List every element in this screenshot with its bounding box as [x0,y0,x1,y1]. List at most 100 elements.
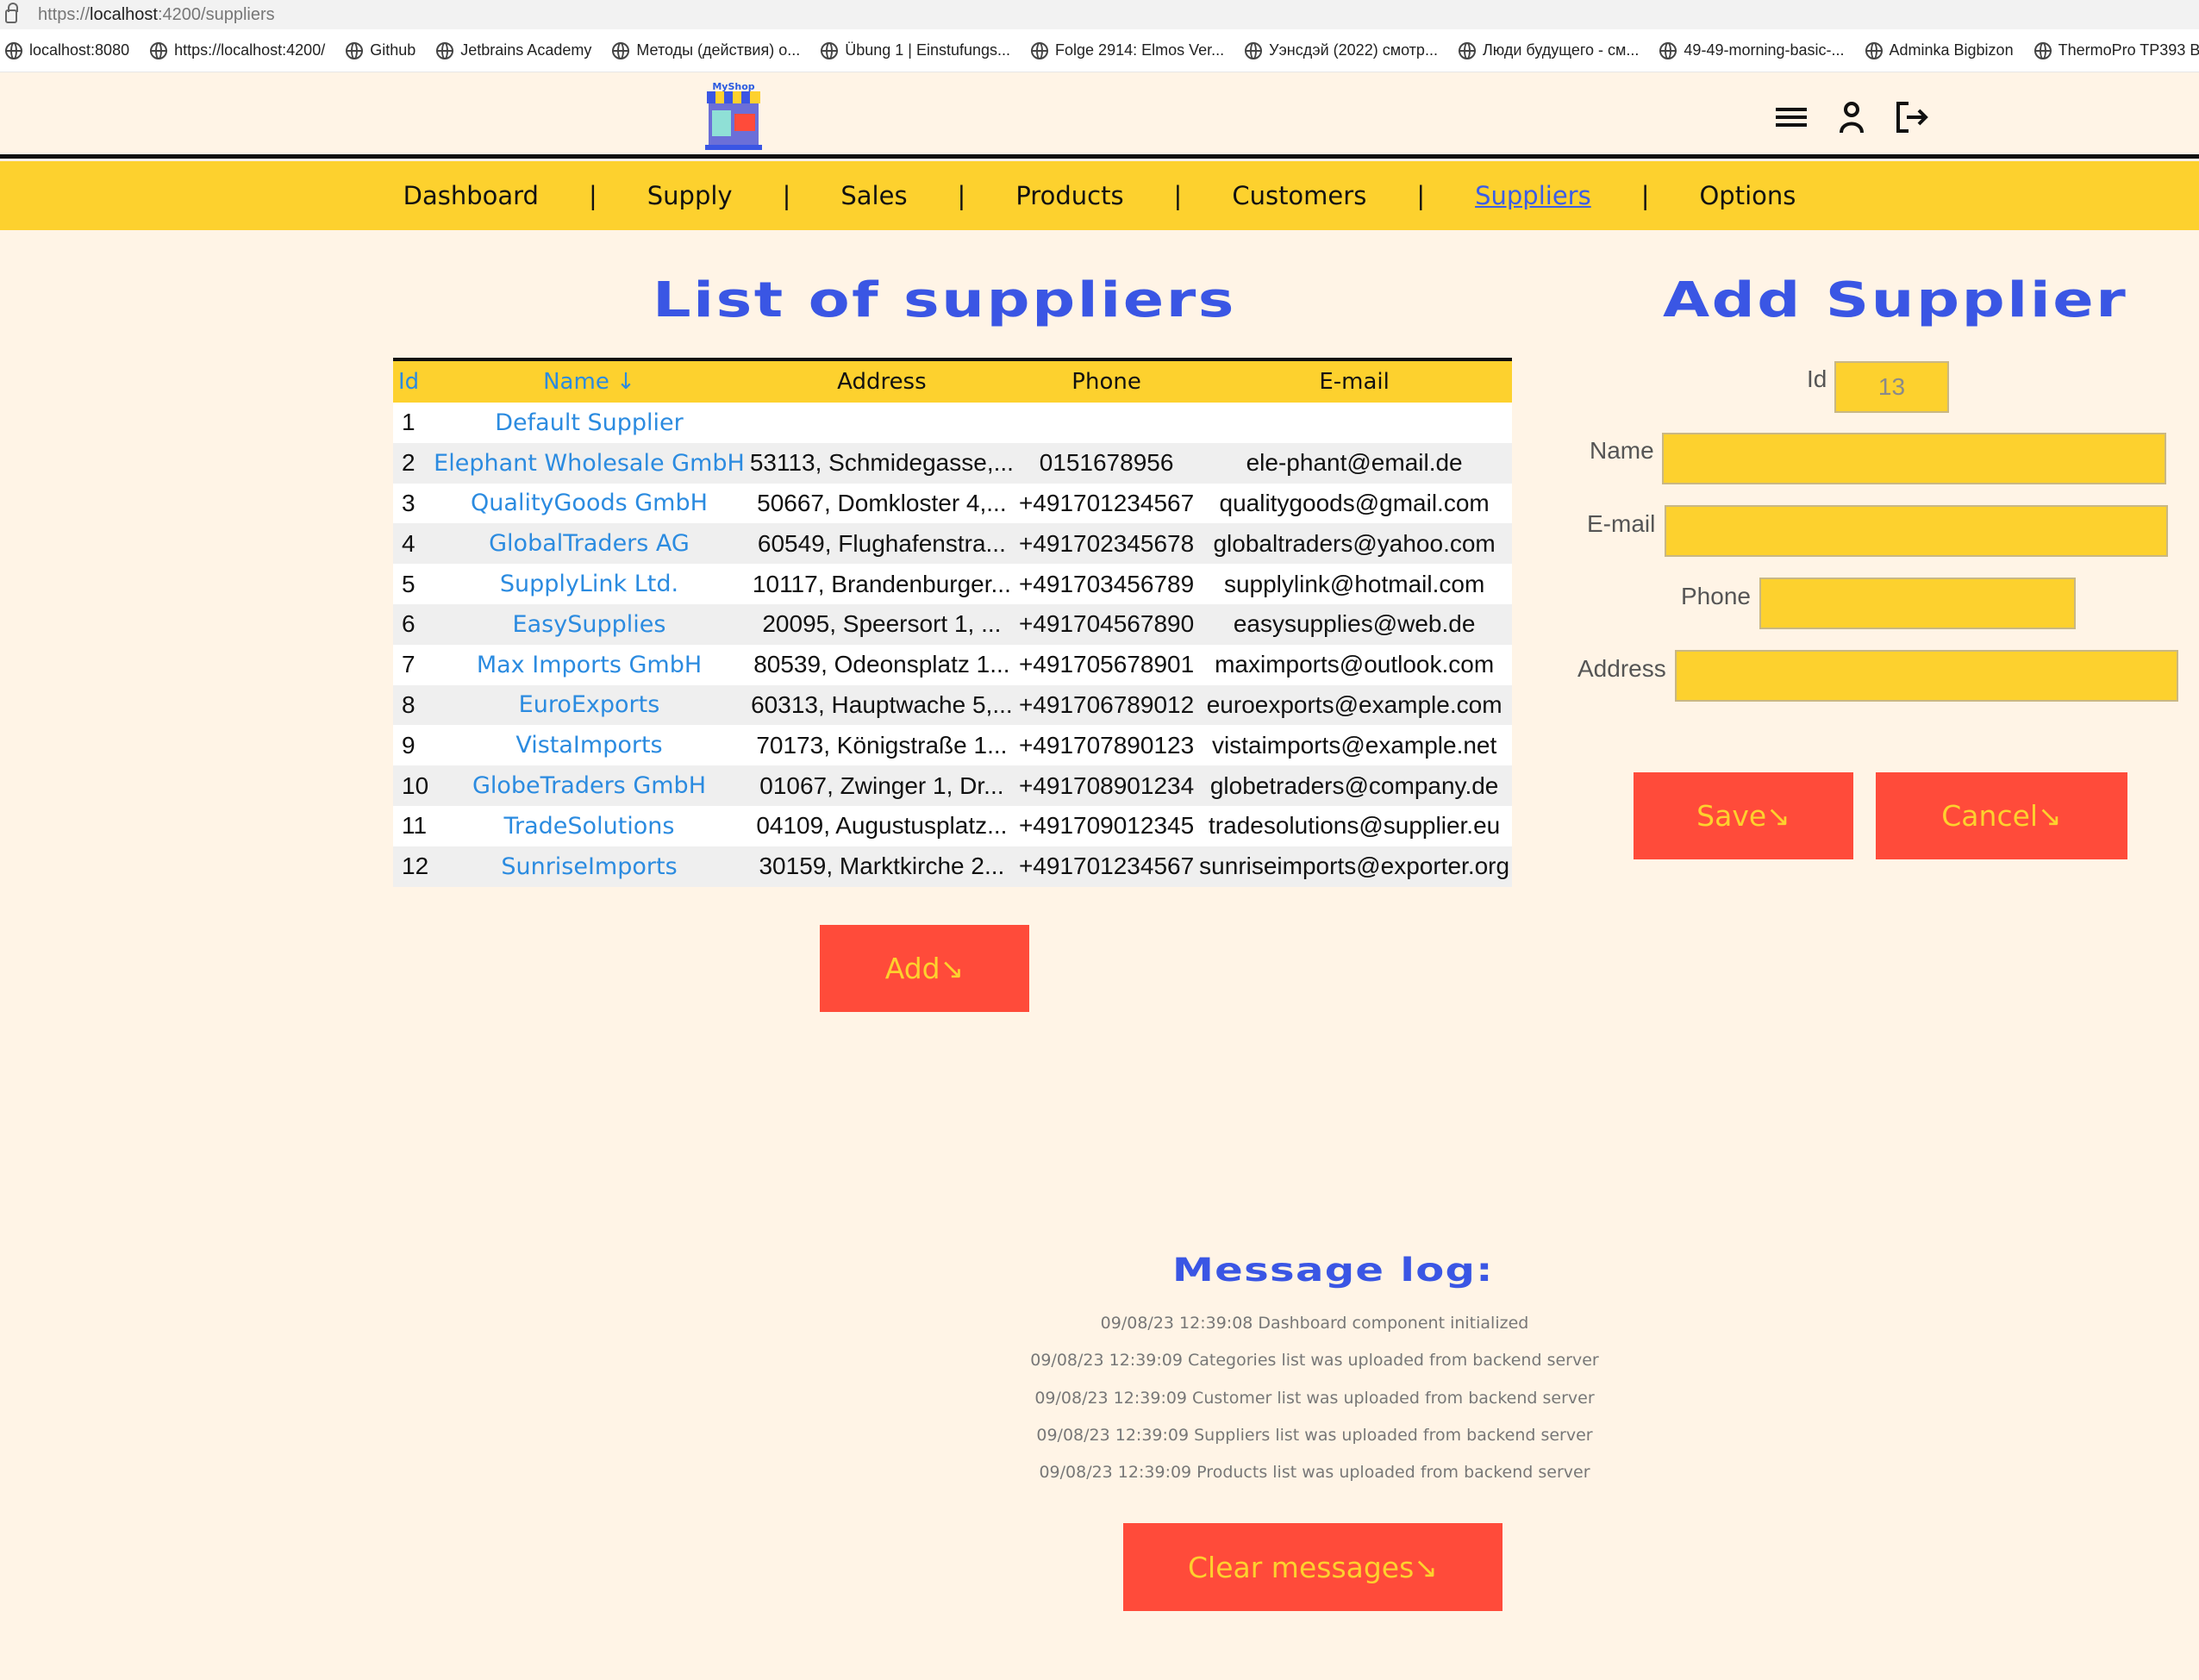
cell-name[interactable]: Max Imports GmbH [431,645,747,685]
add-supplier-button[interactable]: Add↘ [820,925,1029,1012]
user-icon[interactable] [1834,100,1869,134]
cell-address: 20095, Speersort 1, ... [762,610,1002,638]
bookmark-label: https://localhost:4200/ [174,41,326,59]
nav-supply[interactable]: Supply [647,181,733,210]
log-entry: 09/08/23 12:39:09 Categories list was up… [1030,1351,1599,1371]
phone-field[interactable] [1759,578,2076,629]
cell-email [1196,403,1512,443]
name-field[interactable] [1662,433,2166,484]
menu-icon[interactable] [1774,100,1809,134]
globe-icon [1031,41,1049,59]
nav-sales[interactable]: Sales [840,181,907,210]
table-row[interactable]: 12 SunriseImports 30159, Marktkirche 2... +… [393,846,1513,887]
cell-name[interactable]: VistaImports [431,725,747,765]
cell-name[interactable]: EasySupplies [431,604,747,645]
column-header-address[interactable]: Address [747,359,1016,403]
column-header-id[interactable]: Id [393,359,431,403]
cell-phone: +491707890123 [1018,731,1195,759]
cell-email: sunriseimports@exporter.org [1199,852,1510,880]
bookmark-item[interactable]: localhost:8080 [5,41,129,59]
cell-id: 11 [402,812,428,840]
bookmark-item[interactable]: ThermoPro TP393 Blu... [2033,41,2199,59]
cell-id: 2 [402,449,415,477]
cell-name[interactable]: SupplyLink Ltd. [431,564,747,604]
cell-phone: 0151678956 [1039,449,1174,477]
table-header-row: Id Name ↓ Address Phone E-mail [393,359,1513,403]
bookmark-label: Jetbrains Academy [460,41,592,59]
bookmark-item[interactable]: 49-49-morning-basic-... [1659,41,1845,59]
column-header-email[interactable]: E-mail [1196,359,1512,403]
cell-phone: +491701234567 [1018,489,1195,516]
suppliers-list-title: List of suppliers [653,272,1236,328]
cell-email: globaltraders@yahoo.com [1213,529,1496,557]
table-row[interactable]: 6 EasySupplies 20095, Speersort 1, ... +491… [393,603,1513,645]
cell-phone: +491705678901 [1018,651,1195,678]
globe-icon [5,41,22,59]
table-row[interactable]: 8 EuroExports 60313, Hauptwache 5,... +4917… [393,684,1513,726]
logout-icon[interactable] [1895,100,1929,134]
globe-icon [1865,41,1883,59]
cell-id: 1 [402,409,415,436]
nav-separator: | [1640,181,1650,210]
browser-url-bar[interactable]: https://localhost:4200/suppliers [0,0,2199,29]
nav-customers[interactable]: Customers [1232,181,1366,210]
column-header-name[interactable]: Name ↓ [431,359,747,403]
globe-icon [2033,41,2052,59]
url-prefix: https:// [38,4,91,24]
cell-email: ele-phant@email.de [1246,449,1463,477]
cancel-button[interactable]: Cancel↘ [1876,772,2127,859]
table-row[interactable]: 7 Max Imports GmbH 80539, Odeonsplatz 1...… [393,644,1513,685]
table-row[interactable]: 1 Default Supplier [393,403,1513,443]
bookmark-item[interactable]: Übung 1 | Einstufungs... [821,41,1010,59]
nav-dashboard[interactable]: Dashboard [403,181,539,210]
nav-options[interactable]: Options [1699,181,1796,210]
bookmark-item[interactable]: Методы (действия) о... [612,41,800,59]
table-row[interactable]: 2 Elephant Wholesale GmbH 53113, Schmidega… [393,442,1513,484]
url-path: :4200/suppliers [157,4,275,24]
cell-name[interactable]: TradeSolutions [431,806,747,846]
cell-name[interactable]: Elephant Wholesale GmbH [431,443,747,484]
globe-icon [1458,41,1476,59]
table-row[interactable]: 3 QualityGoods GmbH 50667, Domkloster 4,..… [393,483,1513,524]
table-row[interactable]: 9 VistaImports 70173, Königstraße 1... +491… [393,725,1513,766]
nav-separator: | [957,181,966,210]
cell-name[interactable]: Default Supplier [431,403,747,443]
cell-email: vistaimports@example.net [1211,731,1497,759]
cell-name[interactable]: GlobeTraders GmbH [431,765,747,806]
shop-logo[interactable]: MyShop [700,79,767,152]
cell-name[interactable]: EuroExports [431,685,747,726]
phone-label: Phone [1681,583,1751,609]
table-row[interactable]: 10 GlobeTraders GmbH 01067, Zwinger 1, Dr.… [393,765,1513,806]
nav-suppliers[interactable]: Suppliers [1475,181,1591,210]
bookmark-item[interactable]: https://localhost:4200/ [150,41,325,59]
lock-icon [5,3,18,23]
globe-icon [1245,41,1263,59]
nav-products[interactable]: Products [1015,181,1123,210]
message-log: 09/08/23 12:39:08 Dashboard component in… [948,1308,1681,1495]
log-entry: 09/08/23 12:39:09 Customer list was uplo… [1034,1388,1595,1408]
table-row[interactable]: 5 SupplyLink Ltd. 10117, Brandenburger... +… [393,564,1513,604]
save-button[interactable]: Save↘ [1634,772,1853,859]
cell-name[interactable]: SunriseImports [431,846,747,887]
log-entry: 09/08/23 12:39:09 Suppliers list was upl… [1036,1425,1593,1445]
cell-name[interactable]: GlobalTraders AG [431,523,747,564]
message-log-title: Message log: [1172,1252,1494,1289]
bookmark-item[interactable]: Adminka Bigbizon [1865,41,2014,59]
address-field[interactable] [1675,650,2178,702]
id-field [1834,361,1949,413]
clear-messages-button[interactable]: Clear messages↘ [1123,1523,1502,1611]
email-field[interactable] [1665,505,2168,557]
bookmark-item[interactable]: Jetbrains Academy [436,41,591,59]
column-header-phone[interactable]: Phone [1016,359,1196,403]
nav-separator: | [782,181,791,210]
bookmark-item[interactable]: Github [346,41,415,59]
cell-email: supplylink@hotmail.com [1223,570,1485,597]
bookmark-item[interactable]: Folge 2914: Elmos Ver... [1031,41,1224,59]
table-row[interactable]: 4 GlobalTraders AG 60549, Flughafenstra...… [393,523,1513,565]
cell-name[interactable]: QualityGoods GmbH [431,484,747,524]
bookmark-item[interactable]: Уэнсдэй (2022) смотр... [1245,41,1438,59]
cell-phone: +491704567890 [1018,610,1195,638]
bookmark-item[interactable]: Люди будущего - см... [1458,41,1639,59]
cell-address [747,403,1016,443]
table-row[interactable]: 11 TradeSolutions 04109, Augustusplatz... +… [393,805,1513,846]
